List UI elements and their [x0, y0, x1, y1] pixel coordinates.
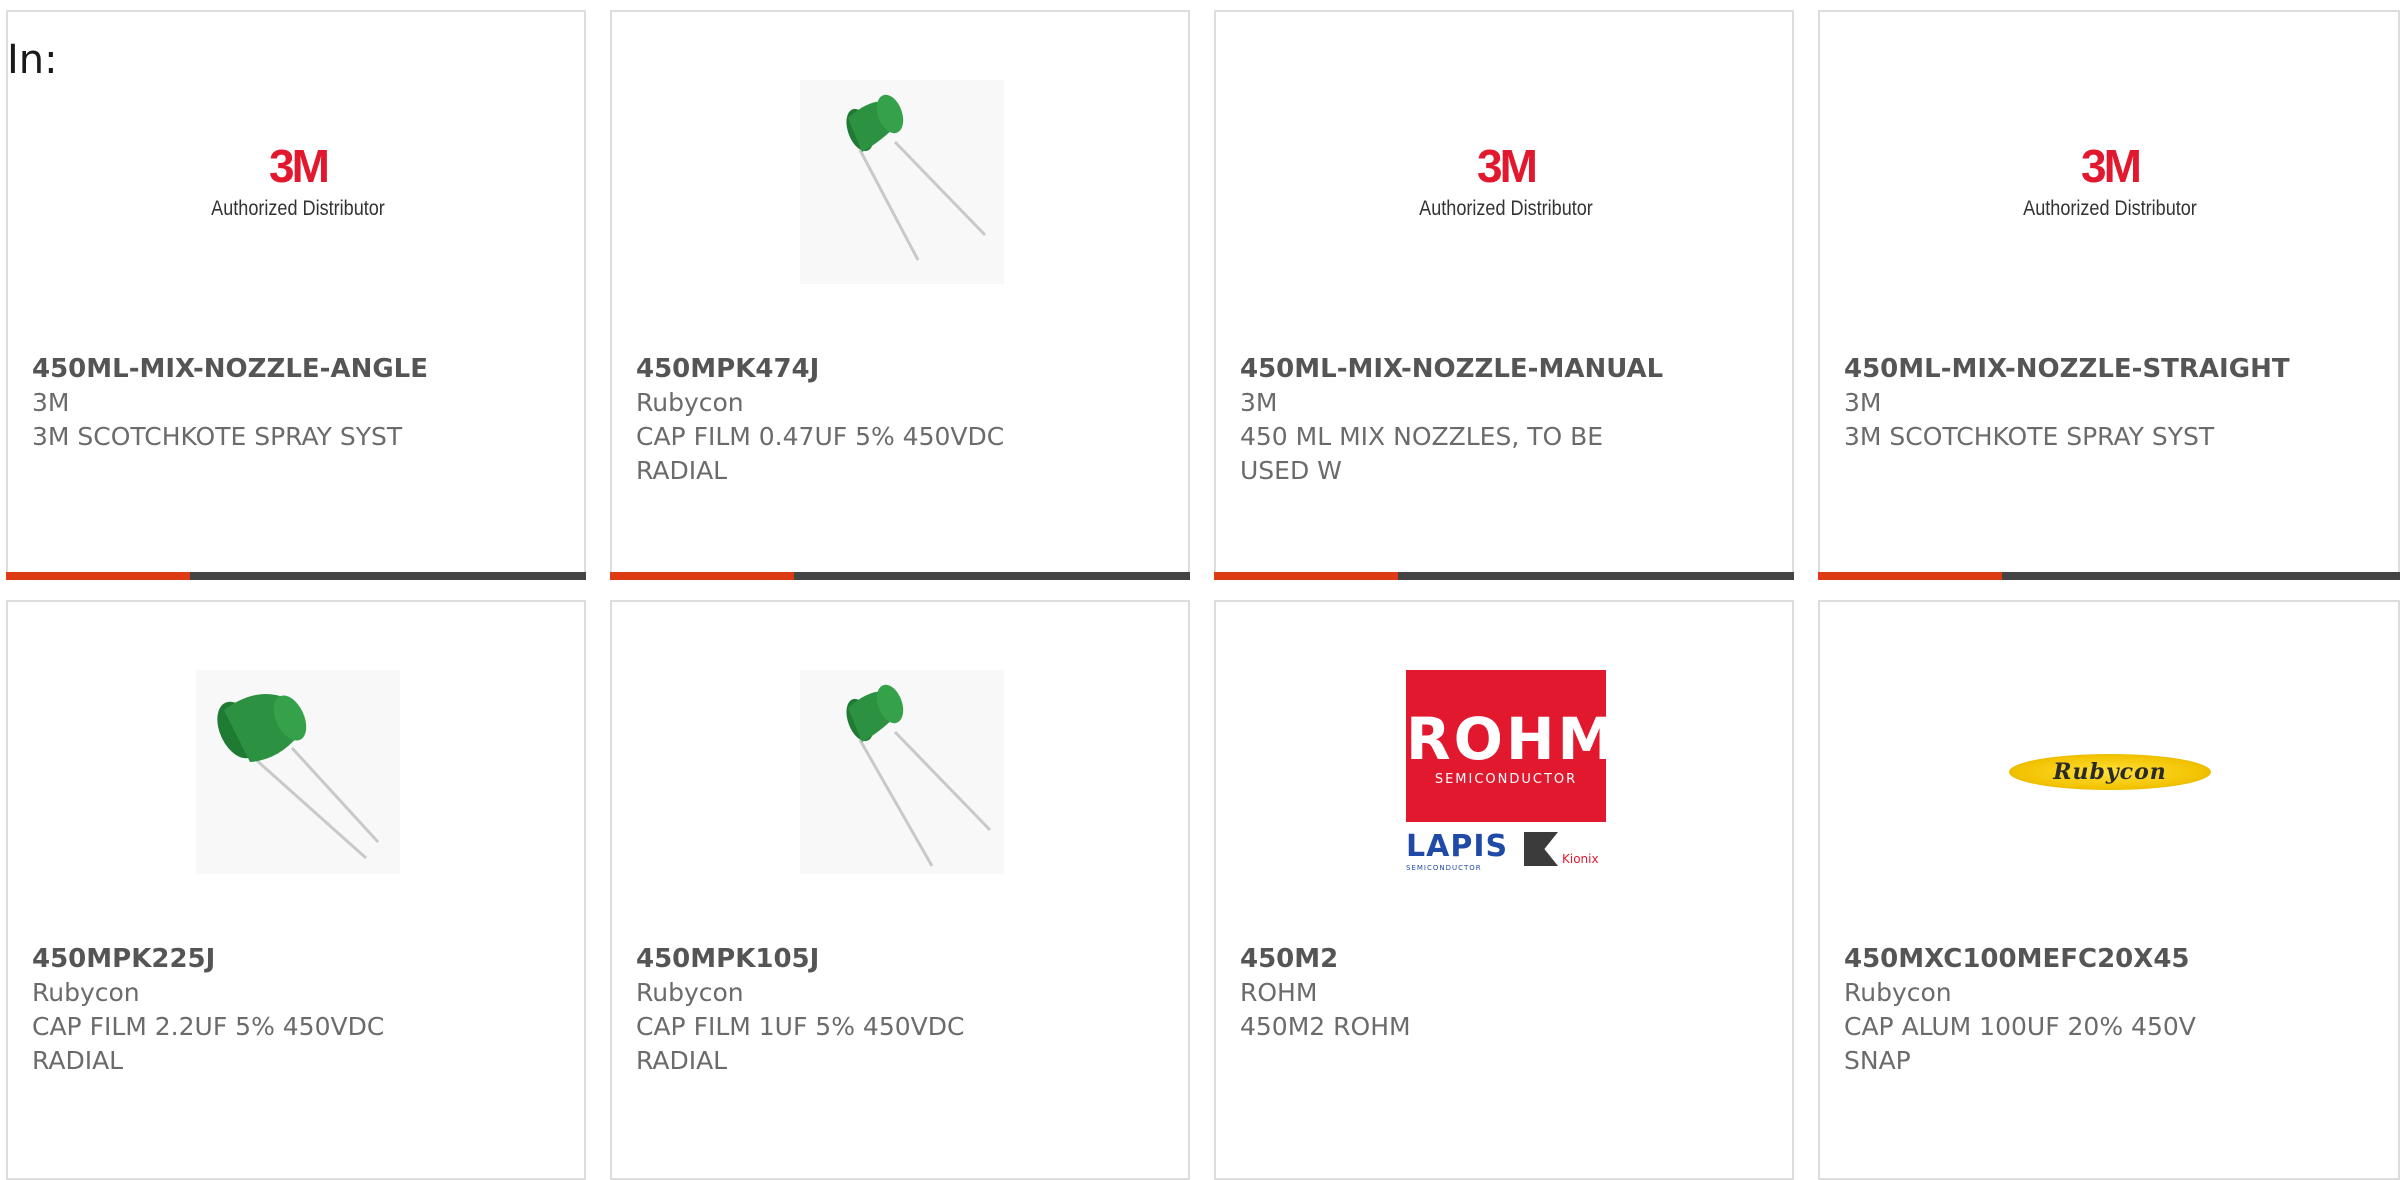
manufacturer-name: Rubycon	[636, 388, 744, 417]
film-capacitor-icon	[800, 670, 1004, 874]
lapis-logo-subtext: SEMICONDUCTOR	[1406, 864, 1482, 872]
part-number-link[interactable]: 450ML-MIX-NOZZLE-MANUAL	[1240, 352, 1760, 386]
3m-logo-icon: 3M Authorized Distributor	[196, 143, 400, 221]
product-description: CAP ALUM 100UF 20% 450V SNAP	[1844, 1012, 2196, 1075]
lapis-logo-text: LAPIS	[1406, 829, 1509, 864]
manufacturer-name: Rubycon	[32, 978, 140, 1007]
part-number-link[interactable]: 450MPK105J	[636, 942, 1156, 976]
3m-logo-subtitle: Authorized Distributor	[211, 197, 385, 220]
product-card[interactable]: 3M Authorized Distributor 450ML-MIX-NOZZ…	[1818, 10, 2400, 580]
product-description: 3M SCOTCHKOTE SPRAY SYST	[1844, 422, 2215, 451]
kionix-logo-text: Kionix	[1562, 852, 1599, 866]
part-number-link[interactable]: 450M2	[1240, 942, 1760, 976]
manufacturer-name: ROHM	[1240, 978, 1318, 1007]
product-description: CAP FILM 1UF 5% 450VDC RADIAL	[636, 1012, 965, 1075]
kionix-logo-icon: Kionix	[1524, 832, 1599, 866]
product-image[interactable]: 3M Authorized Distributor	[196, 80, 400, 284]
product-description: 3M SCOTCHKOTE SPRAY SYST	[32, 422, 403, 451]
film-capacitor-icon	[800, 80, 1004, 284]
3m-logo-icon: 3M Authorized Distributor	[1404, 143, 1608, 221]
product-description: 450 ML MIX NOZZLES, TO BE USED W	[1240, 422, 1604, 485]
manufacturer-name: Rubycon	[1844, 978, 1952, 1007]
card-accent-bar	[6, 572, 190, 580]
product-card[interactable]: Rubycon 450MXC100MEFC20X45 Rubycon CAP A…	[1818, 600, 2400, 1180]
in-label: In:	[7, 37, 58, 83]
manufacturer-name: 3M	[1240, 388, 1278, 417]
3m-logo-mark: 3M	[269, 140, 330, 192]
product-card[interactable]: ROHM SEMICONDUCTOR LAPIS SEMICONDUCTOR K…	[1214, 600, 1794, 1180]
kionix-mark-icon	[1524, 832, 1558, 866]
card-accent-bar	[610, 572, 794, 580]
product-description: CAP FILM 2.2UF 5% 450VDC RADIAL	[32, 1012, 385, 1075]
manufacturer-name: Rubycon	[636, 978, 744, 1007]
product-image[interactable]	[800, 670, 1004, 874]
rohm-logo-text: ROHM	[1406, 705, 1619, 773]
product-image[interactable]	[196, 670, 400, 874]
product-card[interactable]: 450MPK225J Rubycon CAP FILM 2.2UF 5% 450…	[6, 600, 586, 1180]
manufacturer-name: 3M	[32, 388, 70, 417]
product-description: CAP FILM 0.47UF 5% 450VDC RADIAL	[636, 422, 1005, 485]
card-bottom-bar	[610, 572, 1190, 580]
film-capacitor-icon	[196, 670, 400, 874]
3m-logo-subtitle: Authorized Distributor	[1419, 197, 1593, 220]
part-number-link[interactable]: 450ML-MIX-NOZZLE-ANGLE	[32, 352, 552, 386]
product-card[interactable]: 3M Authorized Distributor 450ML-MIX-NOZZ…	[6, 10, 586, 580]
part-number-link[interactable]: 450MPK474J	[636, 352, 1156, 386]
3m-logo-mark: 3M	[2081, 140, 2142, 192]
product-image[interactable]: Rubycon	[2008, 670, 2212, 874]
product-description: 450M2 ROHM	[1240, 1012, 1411, 1041]
manufacturer-name: 3M	[1844, 388, 1882, 417]
part-number-link[interactable]: 450MXC100MEFC20X45	[1844, 942, 2364, 976]
product-image[interactable]	[800, 80, 1004, 284]
part-number-link[interactable]: 450ML-MIX-NOZZLE-STRAIGHT	[1844, 352, 2364, 386]
product-image[interactable]: ROHM SEMICONDUCTOR LAPIS SEMICONDUCTOR K…	[1404, 670, 1619, 874]
card-accent-bar	[1214, 572, 1398, 580]
product-card[interactable]: 450MPK105J Rubycon CAP FILM 1UF 5% 450VD…	[610, 600, 1190, 1180]
card-bottom-bar	[6, 572, 586, 580]
product-image[interactable]: 3M Authorized Distributor	[1404, 80, 1608, 284]
part-number-link[interactable]: 450MPK225J	[32, 942, 552, 976]
rohm-logo-icon: ROHM SEMICONDUCTOR LAPIS SEMICONDUCTOR K…	[1406, 670, 1619, 874]
rohm-logo-block: ROHM SEMICONDUCTOR	[1406, 670, 1619, 822]
3m-logo-icon: 3M Authorized Distributor	[2008, 143, 2212, 221]
3m-logo-mark: 3M	[1477, 140, 1538, 192]
rohm-logo-subtext: SEMICONDUCTOR	[1434, 772, 1578, 787]
card-accent-bar	[1818, 572, 2002, 580]
3m-logo-subtitle: Authorized Distributor	[2023, 197, 2197, 220]
product-card[interactable]: 450MPK474J Rubycon CAP FILM 0.47UF 5% 45…	[610, 10, 1190, 580]
rubycon-logo-icon: Rubycon	[2009, 754, 2211, 790]
product-card[interactable]: 3M Authorized Distributor 450ML-MIX-NOZZ…	[1214, 10, 1794, 580]
product-image[interactable]: 3M Authorized Distributor	[2008, 80, 2212, 284]
card-bottom-bar	[1214, 572, 1794, 580]
card-bottom-bar	[1818, 572, 2400, 580]
